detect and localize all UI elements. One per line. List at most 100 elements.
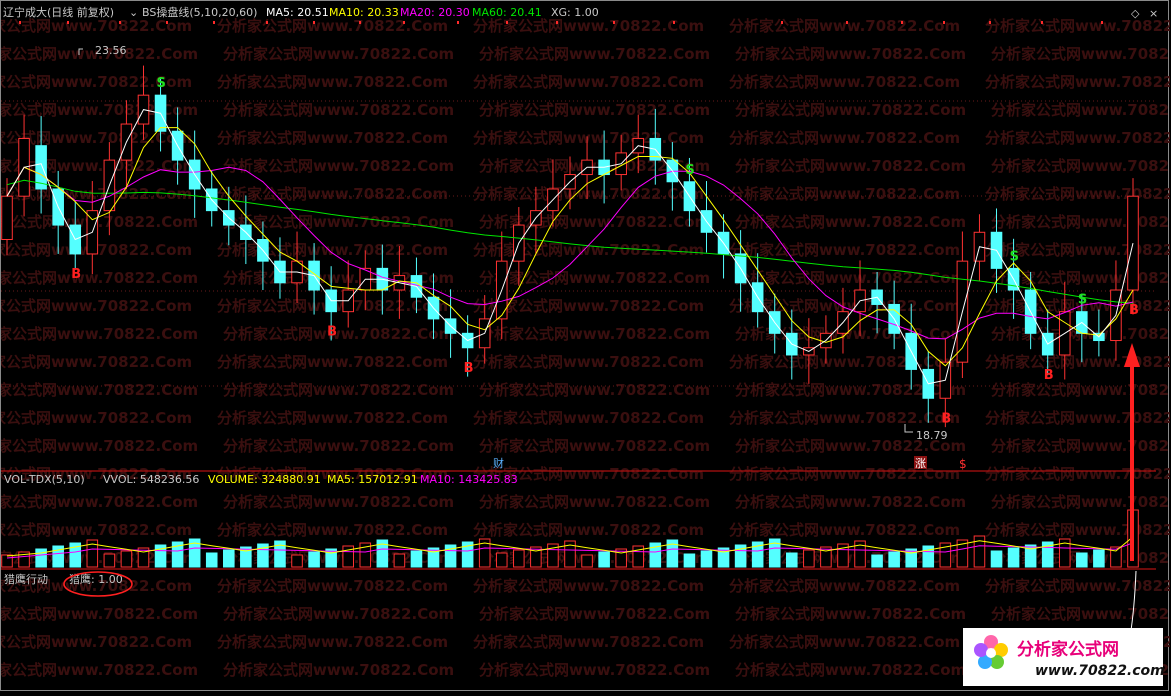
buy-signal: B	[1129, 303, 1139, 318]
watermark-text: 分析家公式网www.70822.Com	[223, 381, 454, 399]
volume-bar[interactable]	[888, 551, 900, 568]
diamond-icon[interactable]: ◇	[1131, 7, 1140, 20]
watermark-text: 分析家公式网www.70822.Com	[985, 409, 1170, 427]
ma5-value: MA5: 20.51	[266, 6, 329, 19]
ma20-value: MA20: 20.30	[400, 6, 470, 19]
top-dot	[313, 21, 315, 24]
top-dot	[1101, 21, 1103, 24]
watermark-text: 分析家公式网www.70822.Com	[479, 605, 710, 623]
volume-bar[interactable]	[700, 550, 713, 568]
watermark-text: 分析家公式网www.70822.Com	[991, 493, 1170, 511]
top-dot	[846, 21, 848, 24]
watermark-text: 分析家公式网www.70822.Com	[729, 577, 960, 595]
rise-marker[interactable]: 涨	[915, 457, 926, 470]
volume-bar[interactable]	[393, 553, 406, 568]
watermark-text: 分析家公式网www.70822.Com	[985, 185, 1170, 203]
volume-bar[interactable]	[120, 550, 133, 568]
volume-bar[interactable]	[871, 554, 883, 568]
candle[interactable]	[1, 195, 13, 240]
watermark-text: 分析家公式网www.70822.Com	[217, 353, 448, 371]
watermark-text: 分析家公式网www.70822.Com	[473, 409, 704, 427]
watermark-text: 分析家公式网www.70822.Com	[217, 577, 448, 595]
watermark-text: 分析家公式网www.70822.Com	[479, 661, 710, 679]
chevron-down-icon[interactable]: ⌄	[129, 6, 138, 19]
watermark-text: 分析家公式网www.70822.Com	[1, 633, 192, 651]
watermark-text: 分析家公式网www.70822.Com	[479, 269, 710, 287]
volume-bar[interactable]	[1093, 549, 1105, 568]
watermark-text: 分析家公式网www.70822.Com	[1, 521, 192, 539]
top-dot	[266, 21, 268, 24]
close-icon[interactable]: ×	[1149, 7, 1158, 20]
watermark-text: 分析家公式网www.70822.Com	[223, 325, 454, 343]
logo-url: www.70822.com	[1035, 663, 1165, 679]
watermark-text: 分析家公式网www.70822.Com	[223, 661, 454, 679]
volume-bar[interactable]	[1007, 547, 1020, 568]
watermark-text: 分析家公式网www.70822.Com	[991, 101, 1170, 119]
watermark-text: 分析家公式网www.70822.Com	[1, 605, 198, 623]
top-dot	[506, 21, 508, 24]
volume-bar[interactable]	[35, 548, 47, 568]
watermark-text: 分析家公式网www.70822.Com	[985, 521, 1170, 539]
watermark-text: 分析家公式网www.70822.Com	[985, 465, 1170, 483]
stock-chart[interactable]: 分析家公式网www.70822.Com 分析家公式网www.70822.Com 分析…	[0, 1, 1171, 692]
watermark-text: 分析家公式网www.70822.Com	[729, 353, 960, 371]
watermark-text: 分析家公式网www.70822.Com	[729, 185, 960, 203]
watermark-text: 分析家公式网www.70822.Com	[1, 213, 198, 231]
volume-bar[interactable]	[683, 553, 696, 568]
falcon-indicator-name: 猎鹰行动	[4, 572, 48, 586]
watermark-text: 分析家公式网www.70822.Com	[1, 297, 192, 315]
watermark-text: 分析家公式网www.70822.Com	[985, 73, 1170, 91]
ma10-value: MA10: 20.33	[329, 6, 399, 19]
watermark-text: 分析家公式网www.70822.Com	[735, 157, 966, 175]
watermark-text: 分析家公式网www.70822.Com	[729, 521, 960, 539]
watermark-text: 分析家公式网www.70822.Com	[473, 129, 704, 147]
volume-bar[interactable]	[308, 551, 320, 568]
volume-bar[interactable]	[598, 551, 610, 568]
watermark-text: 分析家公式网www.70822.Com	[1, 661, 198, 679]
watermark-text: 分析家公式网www.70822.Com	[479, 45, 710, 63]
watermark-text: 分析家公式网www.70822.Com	[473, 521, 704, 539]
finance-marker[interactable]: 财	[493, 456, 504, 470]
top-dot	[119, 21, 121, 24]
watermark-text: 分析家公式网www.70822.Com	[1, 101, 198, 119]
watermark-text: 分析家公式网www.70822.Com	[1, 325, 198, 343]
watermark-text: 分析家公式网www.70822.Com	[473, 17, 704, 35]
volume-bar[interactable]	[495, 552, 508, 568]
watermark-text: 分析家公式网www.70822.Com	[1, 381, 198, 399]
volume-bar[interactable]	[205, 552, 218, 568]
volume-bar[interactable]	[103, 553, 116, 568]
top-dot	[1041, 21, 1043, 24]
watermark-text: 分析家公式网www.70822.Com	[473, 577, 704, 595]
volume-bar[interactable]	[581, 554, 593, 568]
top-dot	[781, 21, 783, 24]
watermark-text: 分析家公式网www.70822.Com	[473, 353, 704, 371]
volume-bar[interactable]	[410, 550, 423, 568]
watermark-text: 分析家公式网www.70822.Com	[473, 185, 704, 203]
volume-bar[interactable]	[990, 550, 1003, 568]
volume-bar[interactable]	[785, 552, 798, 568]
vvol-value: VVOL: 548236.56	[103, 473, 199, 486]
watermark-text: 分析家公式网www.70822.Com	[985, 577, 1170, 595]
watermark-text: 分析家公式网www.70822.Com	[729, 633, 960, 651]
top-dot	[19, 21, 21, 24]
watermark-text: 分析家公式网www.70822.Com	[479, 493, 710, 511]
watermark-text: 分析家公式网www.70822.Com	[729, 17, 960, 35]
volume-bar[interactable]	[222, 549, 235, 568]
top-dot	[67, 21, 69, 24]
watermark-text: 分析家公式网www.70822.Com	[223, 45, 454, 63]
high-price-label: 23.56	[95, 44, 127, 57]
volume-bar[interactable]	[803, 549, 815, 568]
watermark-text: 分析家公式网www.70822.Com	[729, 73, 960, 91]
volume-bar[interactable]	[291, 554, 303, 568]
watermark-text: 分析家公式网www.70822.Com	[217, 17, 448, 35]
watermark-text: 分析家公式网www.70822.Com	[223, 605, 454, 623]
watermark-text: 分析家公式网www.70822.Com	[479, 381, 710, 399]
dollar-marker[interactable]: $	[959, 457, 967, 471]
watermark-text: 分析家公式网www.70822.Com	[223, 101, 454, 119]
top-dot	[901, 21, 903, 24]
volume-bar[interactable]	[513, 549, 525, 568]
watermark-text: 分析家公式网www.70822.Com	[223, 437, 454, 455]
watermark-text: 分析家公式网www.70822.Com	[479, 325, 710, 343]
volume-bar[interactable]	[1076, 552, 1088, 568]
volume-bar[interactable]	[1, 554, 13, 568]
